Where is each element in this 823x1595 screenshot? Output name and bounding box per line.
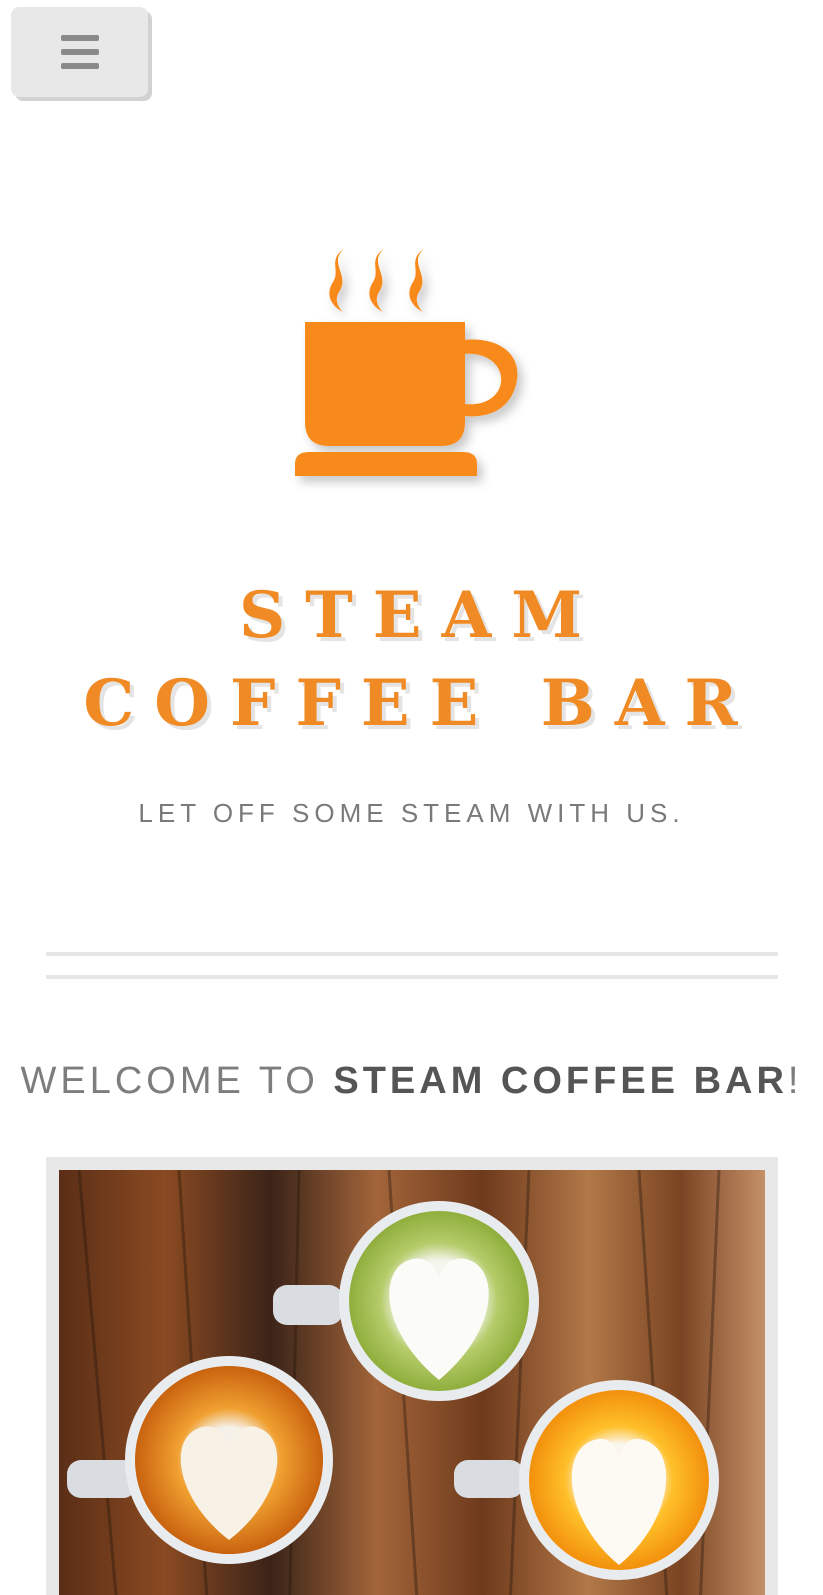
welcome-prefix: WELCOME TO <box>20 1060 334 1102</box>
photo-frame <box>46 1157 778 1595</box>
welcome-brand-name: STEAM COFFEE BAR <box>333 1060 788 1102</box>
menu-button[interactable] <box>11 7 148 97</box>
welcome-heading: WELCOME TO STEAM COFFEE BAR! <box>0 1060 823 1103</box>
site-title-line-1: STEAM <box>238 578 603 653</box>
hamburger-menu-icon[interactable] <box>60 35 99 69</box>
latte-art-cups-photo <box>59 1170 765 1595</box>
welcome-suffix: ! <box>787 1060 803 1102</box>
site-title-line-2: COFFEE BAR <box>83 666 758 741</box>
divider <box>46 952 778 956</box>
tagline: LET OFF SOME STEAM WITH US. <box>138 798 685 828</box>
steaming-coffee-cup-icon <box>295 248 518 476</box>
divider <box>46 975 778 979</box>
page: STEAM COFFEE BAR LET OFF SOME STEAM WITH… <box>0 0 823 1595</box>
